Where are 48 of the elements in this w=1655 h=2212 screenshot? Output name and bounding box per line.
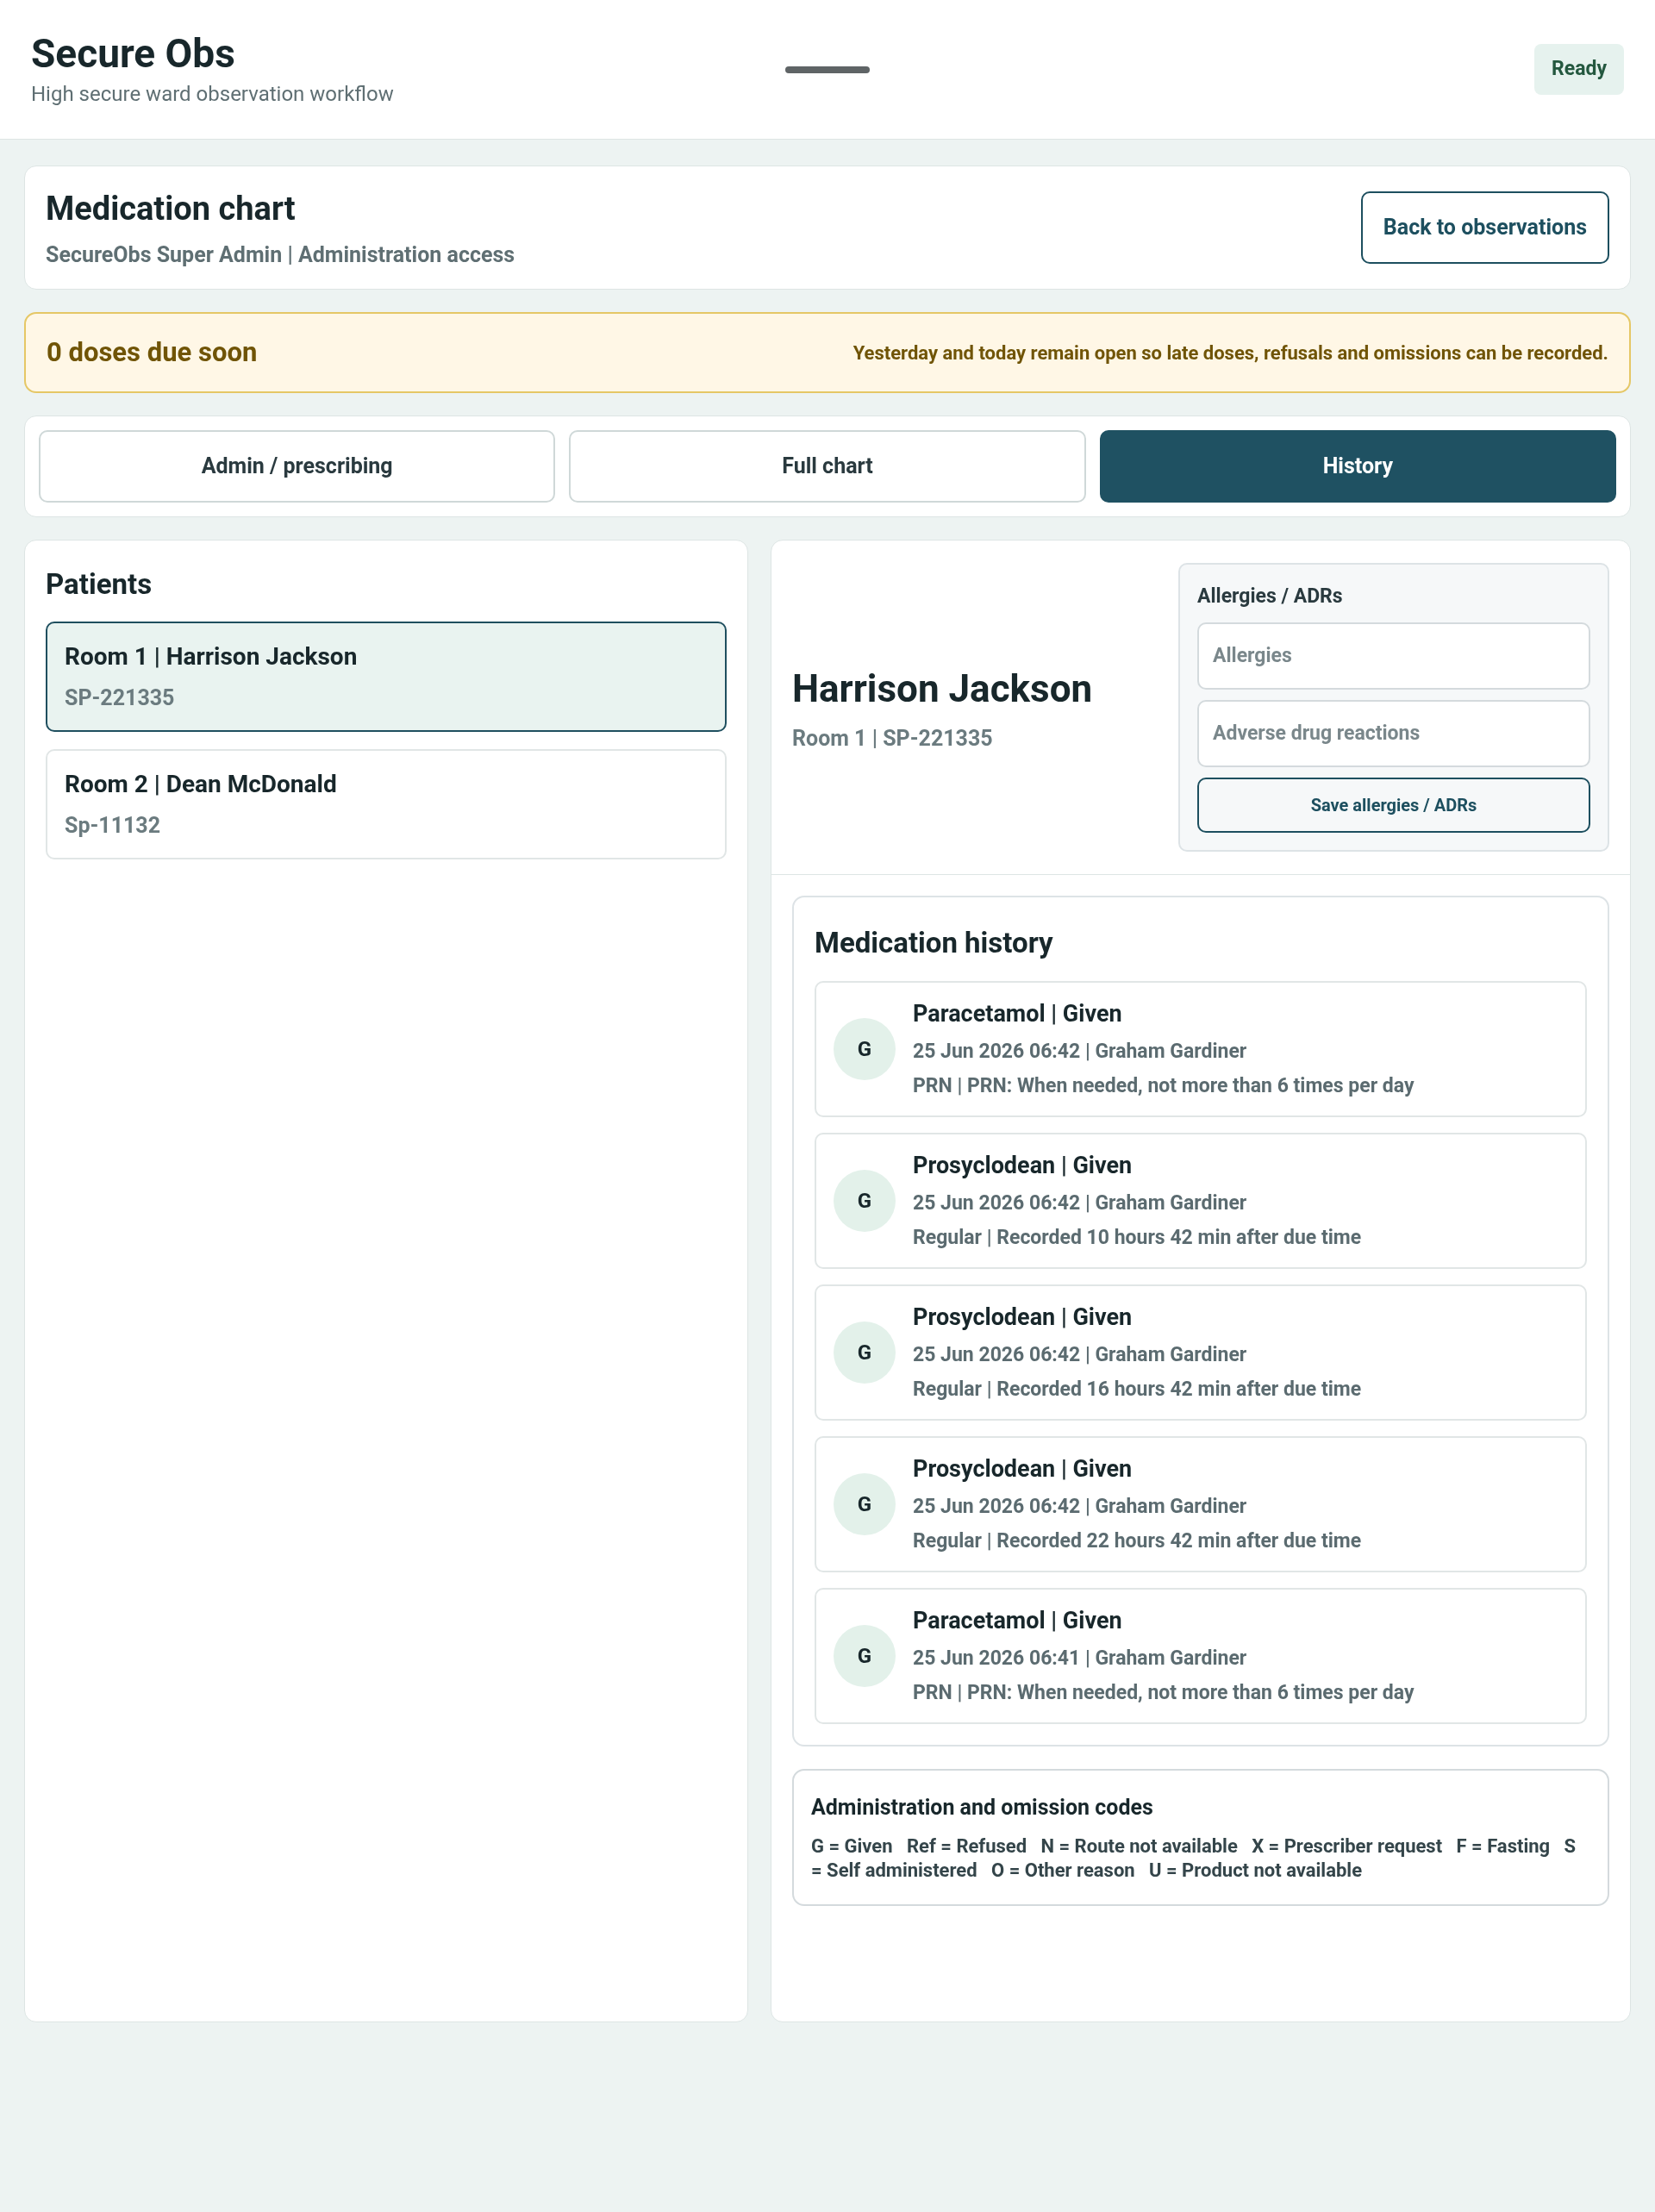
patient-name: Room 1 | Harrison Jackson bbox=[65, 640, 359, 672]
entry-time: 25 Jun 2026 06:42 | Graham Gardiner bbox=[913, 1341, 1248, 1368]
code-avatar: G bbox=[834, 1473, 896, 1535]
entry-title: Prosyclodean | Given bbox=[913, 1303, 1134, 1334]
allergies-field[interactable]: Allergies bbox=[1197, 622, 1590, 690]
code-avatar: G bbox=[834, 1018, 896, 1080]
status-badge: Ready bbox=[1534, 44, 1624, 95]
allergies-heading: Allergies / ADRs bbox=[1197, 584, 1344, 609]
drag-handle-icon[interactable] bbox=[785, 66, 870, 73]
entry-detail: PRN | PRN: When needed, not more than 6 times per day bbox=[913, 1680, 1415, 1707]
entry-time: 25 Jun 2026 06:42 | Graham Gardiner bbox=[913, 1038, 1248, 1065]
patient-name: Room 2 | Dean McDonald bbox=[65, 768, 338, 800]
codes-heading: Administration and omission codes bbox=[811, 1794, 1154, 1821]
back-button[interactable]: Back to observations bbox=[1360, 191, 1609, 264]
tab[interactable]: History bbox=[1099, 430, 1616, 503]
history-heading: Medication history bbox=[815, 924, 1054, 961]
codes-text: G = Given Ref = Refused N = Route not available X = Prescriber request F = Fasting S = Self administered O = Other reason U = Product not available bbox=[811, 1834, 1577, 1884]
patient-heading: Harrison Jackson bbox=[792, 665, 1093, 713]
entry-title: Prosyclodean | Given bbox=[913, 1151, 1134, 1182]
save-allergies-button[interactable]: Save allergies / ADRs bbox=[1197, 777, 1590, 833]
entry-time: 25 Jun 2026 06:41 | Graham Gardiner bbox=[913, 1645, 1248, 1671]
entry-time: 25 Jun 2026 06:42 | Graham Gardiner bbox=[913, 1190, 1248, 1216]
entry-detail: PRN | PRN: When needed, not more than 6 times per day bbox=[913, 1073, 1415, 1100]
tab[interactable]: Admin / prescribing bbox=[39, 430, 556, 503]
patient-id: SP-221335 bbox=[65, 684, 176, 712]
app-subtitle: High secure ward observation workflow bbox=[31, 81, 395, 109]
code-avatar: G bbox=[834, 1625, 896, 1687]
code-avatar: G bbox=[834, 1322, 896, 1384]
tab[interactable]: Full chart bbox=[569, 430, 1086, 503]
patient-id: Sp-11132 bbox=[65, 811, 162, 840]
page-title: Medication chart bbox=[46, 188, 297, 229]
alert-title: 0 doses due soon bbox=[47, 334, 258, 370]
entry-title: Paracetamol | Given bbox=[913, 999, 1123, 1030]
app-title: Secure Obs bbox=[31, 28, 236, 78]
entry-detail: Regular | Recorded 22 hours 42 min after due time bbox=[913, 1528, 1362, 1555]
entry-detail: Regular | Recorded 10 hours 42 min after due time bbox=[913, 1225, 1362, 1252]
alert-message: Yesterday and today remain open so late doses, refusals and omissions can be recorded. bbox=[852, 341, 1608, 366]
code-avatar: G bbox=[834, 1170, 896, 1232]
patient-card[interactable]: Room 1 | Harrison Jackson SP-221335 bbox=[46, 621, 727, 732]
patient-subheading: Room 1 | SP-221335 bbox=[792, 724, 994, 753]
patient-card[interactable]: Room 2 | Dean McDonald Sp-11132 bbox=[46, 748, 727, 859]
adverse-reactions-field[interactable]: Adverse drug reactions bbox=[1197, 699, 1590, 767]
page-subtitle: SecureObs Super Admin | Administration access bbox=[46, 241, 515, 269]
entry-title: Paracetamol | Given bbox=[913, 1606, 1123, 1637]
entry-time: 25 Jun 2026 06:42 | Graham Gardiner bbox=[913, 1493, 1248, 1520]
patients-heading: Patients bbox=[46, 566, 153, 603]
entry-detail: Regular | Recorded 16 hours 42 min after due time bbox=[913, 1377, 1362, 1403]
entry-title: Prosyclodean | Given bbox=[913, 1454, 1134, 1485]
